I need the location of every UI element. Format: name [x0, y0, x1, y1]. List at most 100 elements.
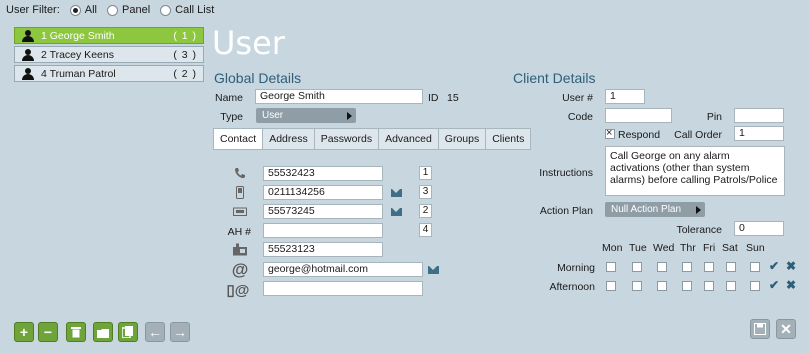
- user-num-field[interactable]: 1: [605, 89, 645, 104]
- copy-icon: [122, 326, 133, 338]
- plus-icon: +: [19, 324, 29, 340]
- day-header-fri: Fri: [703, 242, 716, 254]
- instructions-field[interactable]: Call George on any alarm activations (ot…: [605, 146, 785, 196]
- respond-checkbox[interactable]: [605, 127, 615, 139]
- call-order-box[interactable]: 2: [419, 204, 432, 218]
- call-order-label: Call Order: [674, 129, 722, 141]
- phone-field[interactable]: 55532423: [263, 166, 383, 181]
- mobile-field[interactable]: 0211134256: [263, 185, 383, 200]
- user-list-item[interactable]: 2 Tracey Keens ( 3 ): [14, 46, 204, 63]
- afternoon-mon-checkbox[interactable]: [606, 281, 616, 291]
- cancel-button[interactable]: ✕: [776, 319, 796, 339]
- desk-phone-icon: [231, 242, 249, 256]
- afternoon-thr-checkbox[interactable]: [682, 281, 692, 291]
- tab-advanced[interactable]: Advanced: [378, 128, 438, 150]
- person-icon: [21, 67, 35, 80]
- user-list-item[interactable]: 1 George Smith ( 1 ): [14, 27, 204, 44]
- afternoon-clear-all-icon[interactable]: ✖: [786, 278, 796, 292]
- fax-field[interactable]: 55573245: [263, 204, 383, 219]
- morning-fri-checkbox[interactable]: [704, 262, 714, 272]
- morning-wed-checkbox[interactable]: [657, 262, 667, 272]
- afternoon-wed-checkbox[interactable]: [657, 281, 667, 291]
- id-value: 15: [447, 92, 459, 104]
- save-button[interactable]: [750, 319, 770, 339]
- instructions-label: Instructions: [539, 167, 593, 179]
- morning-sun-checkbox[interactable]: [750, 262, 760, 272]
- dropdown-arrow-icon: [347, 112, 352, 120]
- import-button[interactable]: [93, 322, 113, 342]
- person-icon: [21, 48, 35, 61]
- code-label: Code: [567, 111, 593, 123]
- tab-contact[interactable]: Contact: [213, 128, 263, 150]
- user-count: ( 2 ): [173, 67, 197, 80]
- mobile-email-field[interactable]: [263, 281, 423, 296]
- type-label: Type: [220, 111, 243, 123]
- phone-icon: [233, 166, 247, 180]
- afternoon-fri-checkbox[interactable]: [704, 281, 714, 291]
- email-field[interactable]: george@hotmail.com: [263, 262, 423, 277]
- action-plan-dropdown[interactable]: Null Action Plan: [605, 202, 705, 217]
- previous-button[interactable]: ←: [145, 322, 165, 342]
- morning-mon-checkbox[interactable]: [606, 262, 616, 272]
- page-title: User: [212, 24, 285, 62]
- filter-call-list-radio[interactable]: [160, 4, 172, 16]
- morning-clear-all-icon[interactable]: ✖: [786, 259, 796, 273]
- person-icon: [21, 29, 35, 42]
- filter-panel-label[interactable]: Panel: [122, 4, 150, 16]
- tab-address[interactable]: Address: [262, 128, 314, 150]
- tab-passwords[interactable]: Passwords: [313, 128, 379, 150]
- action-plan-value: Null Action Plan: [611, 204, 682, 215]
- desk-phone-field[interactable]: 55523123: [263, 242, 383, 257]
- filter-call-list-label[interactable]: Call List: [175, 4, 214, 16]
- user-name: 2 Tracey Keens: [41, 48, 114, 61]
- filter-all-label[interactable]: All: [85, 4, 97, 16]
- user-name: 1 George Smith: [41, 29, 115, 42]
- afternoon-label: Afternoon: [549, 281, 595, 293]
- pin-field[interactable]: [734, 108, 784, 123]
- code-field[interactable]: [605, 108, 672, 123]
- id-label: ID: [428, 92, 439, 104]
- folder-icon: [97, 328, 109, 338]
- day-header-mon: Mon: [602, 242, 623, 254]
- email-icon: @: [231, 260, 249, 279]
- remove-user-button[interactable]: −: [38, 322, 58, 342]
- filter-panel-radio[interactable]: [107, 4, 119, 16]
- day-header-tue: Tue: [629, 242, 647, 254]
- call-order-box[interactable]: 4: [419, 223, 432, 237]
- envelope-icon[interactable]: [391, 189, 402, 197]
- ah-field[interactable]: [263, 223, 383, 238]
- save-icon: [754, 323, 766, 335]
- tab-clients[interactable]: Clients: [485, 128, 532, 150]
- day-header-sun: Sun: [746, 242, 765, 254]
- morning-label: Morning: [557, 262, 595, 274]
- afternoon-sun-checkbox[interactable]: [750, 281, 760, 291]
- delete-button[interactable]: [66, 322, 86, 342]
- envelope-icon[interactable]: [391, 208, 402, 216]
- next-button[interactable]: →: [170, 322, 190, 342]
- morning-sat-checkbox[interactable]: [726, 262, 736, 272]
- afternoon-select-all-icon[interactable]: ✔: [769, 278, 779, 292]
- add-user-button[interactable]: +: [14, 322, 34, 342]
- call-order-box[interactable]: 1: [419, 166, 432, 180]
- user-filter: User Filter: All Panel Call List: [6, 3, 214, 17]
- call-order-field[interactable]: 1: [734, 126, 784, 141]
- filter-all-radio[interactable]: [69, 4, 81, 16]
- afternoon-sat-checkbox[interactable]: [726, 281, 736, 291]
- day-header-wed: Wed: [653, 242, 675, 254]
- envelope-icon[interactable]: [428, 266, 439, 274]
- copy-button[interactable]: [118, 322, 138, 342]
- morning-tue-checkbox[interactable]: [632, 262, 642, 272]
- call-order-box[interactable]: 3: [419, 185, 432, 199]
- user-num-label: User #: [562, 92, 593, 104]
- day-header-sat: Sat: [722, 242, 738, 254]
- tolerance-field[interactable]: 0: [734, 221, 784, 236]
- morning-select-all-icon[interactable]: ✔: [769, 259, 779, 273]
- user-list-item[interactable]: 4 Truman Patrol ( 2 ): [14, 65, 204, 82]
- name-field[interactable]: George Smith: [255, 89, 423, 104]
- client-details-title: Client Details: [513, 70, 596, 86]
- name-label: Name: [214, 92, 243, 104]
- afternoon-tue-checkbox[interactable]: [632, 281, 642, 291]
- type-dropdown[interactable]: User: [256, 108, 356, 123]
- morning-thr-checkbox[interactable]: [682, 262, 692, 272]
- tab-groups[interactable]: Groups: [437, 128, 486, 150]
